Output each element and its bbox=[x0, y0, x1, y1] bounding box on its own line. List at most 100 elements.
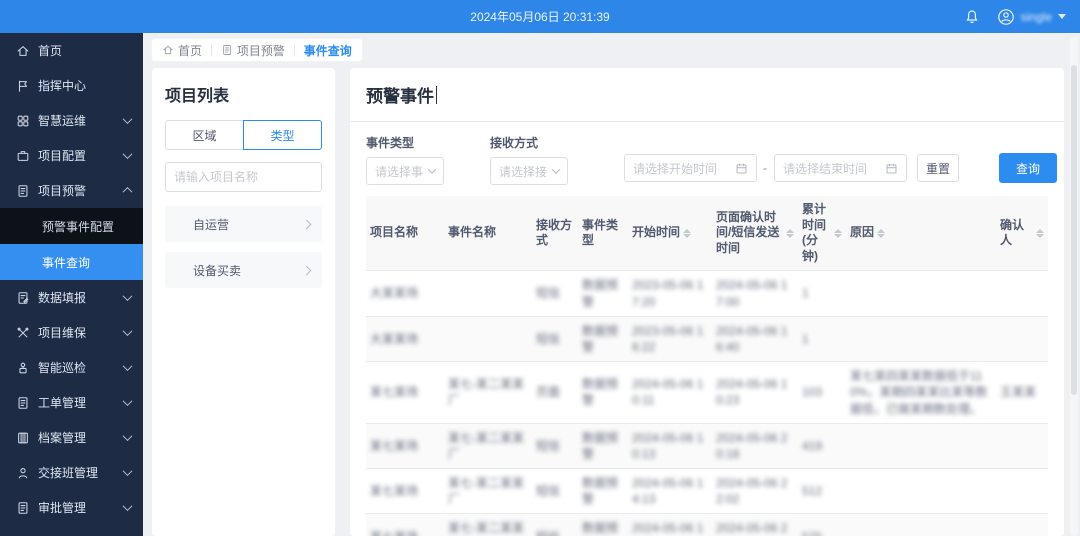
briefcase-icon bbox=[16, 149, 30, 163]
sidebar-subitem-1[interactable]: 事件查询 bbox=[0, 244, 143, 280]
table-cell bbox=[996, 316, 1048, 361]
table-cell bbox=[846, 423, 996, 468]
table-cell: 575 bbox=[798, 514, 846, 536]
table-row[interactable]: 某七某场某七-某二某某厂短信数据预警2024-05-06 14:132024-0… bbox=[366, 469, 1048, 514]
sidebar-item-label: 首页 bbox=[38, 42, 131, 59]
chevron-down-icon bbox=[123, 361, 133, 371]
sidebar-item-5[interactable]: 数据填报 bbox=[0, 280, 143, 315]
table-cell: 某七-某二某某厂 bbox=[444, 423, 532, 468]
sidebar-item-4[interactable]: 项目预警 bbox=[0, 173, 143, 208]
scrollbar-thumb[interactable] bbox=[1071, 65, 1077, 395]
table-row[interactable]: 大某某场短信数据预警2023-05-06 16:222024-05-06 16:… bbox=[366, 316, 1048, 361]
sort-icon[interactable] bbox=[834, 229, 842, 238]
chevron-down-icon bbox=[123, 149, 133, 159]
sidebar-item-11[interactable]: 审批管理 bbox=[0, 490, 143, 525]
user-caret-icon bbox=[1058, 14, 1066, 19]
sidebar-item-1[interactable]: 指挥中心 bbox=[0, 68, 143, 103]
sort-icon[interactable] bbox=[1036, 229, 1044, 238]
table-cell: 512 bbox=[798, 469, 846, 514]
sidebar-item-label: 项目预警 bbox=[38, 182, 116, 199]
home-icon bbox=[162, 44, 174, 56]
receive-method-select[interactable]: 请选择接收... bbox=[490, 157, 568, 185]
sidebar-item-2[interactable]: 智慧运维 bbox=[0, 103, 143, 138]
table-cell: 2024-05-06 16:40 bbox=[712, 316, 798, 361]
table-row[interactable]: 某七某场某七-某二某某厂页面数据预警2024-05-06 10:112024-0… bbox=[366, 362, 1048, 424]
doc-icon bbox=[221, 44, 233, 56]
table-cell: 短信 bbox=[532, 316, 578, 361]
column-header-4[interactable]: 开始时间 bbox=[628, 196, 712, 271]
sidebar-item-label: 指挥中心 bbox=[38, 77, 131, 94]
sidebar-item-3[interactable]: 项目配置 bbox=[0, 138, 143, 173]
end-time-picker[interactable]: 请选择结束时间 bbox=[774, 154, 907, 182]
username: single bbox=[1021, 10, 1052, 24]
doc-icon bbox=[16, 501, 30, 515]
column-header-5[interactable]: 页面确认时间/短信发送时间 bbox=[712, 196, 798, 271]
breadcrumb-item-0[interactable]: 首页 bbox=[162, 42, 202, 59]
events-table: 项目名称事件名称接收方式事件类型开始时间页面确认时间/短信发送时间累计时间 (分… bbox=[366, 196, 1048, 536]
calendar-icon bbox=[735, 162, 748, 175]
bell-icon[interactable] bbox=[963, 8, 981, 26]
tools-icon bbox=[16, 326, 30, 340]
column-header-6[interactable]: 累计时间 (分钟) bbox=[798, 196, 846, 271]
table-cell bbox=[846, 316, 996, 361]
sort-icon[interactable] bbox=[786, 229, 794, 238]
doc-edit-icon bbox=[16, 291, 30, 305]
table-cell: 短信 bbox=[532, 271, 578, 316]
sidebar-nav: 首页指挥中心智慧运维项目配置项目预警预警事件配置事件查询数据填报项目维保智能巡检… bbox=[0, 33, 143, 536]
table-cell bbox=[846, 514, 996, 536]
top-header-bar: 2024年05月06日 20:31:39 single bbox=[0, 0, 1080, 33]
sidebar-submenu: 预警事件配置事件查询 bbox=[0, 208, 143, 280]
table-cell: 2024-05-06 22:02 bbox=[712, 469, 798, 514]
sidebar-item-9[interactable]: 档案管理 bbox=[0, 420, 143, 455]
app-window: 2024年05月06日 20:31:39 single bbox=[0, 0, 1080, 536]
chevron-down-icon bbox=[123, 326, 133, 336]
panel-title: 项目列表 bbox=[165, 82, 322, 106]
chevron-down-icon bbox=[123, 466, 133, 476]
sidebar-item-0[interactable]: 首页 bbox=[0, 33, 143, 68]
column-header-3: 事件类型 bbox=[578, 196, 628, 271]
home-icon bbox=[16, 44, 30, 58]
project-list-item-1[interactable]: 设备买卖 bbox=[165, 252, 322, 288]
divider bbox=[350, 121, 1064, 122]
table-cell bbox=[996, 469, 1048, 514]
sort-icon[interactable] bbox=[877, 229, 885, 238]
table-row[interactable]: 大某某场短信数据预警2023-05-06 17:202024-05-06 17:… bbox=[366, 271, 1048, 316]
user-menu[interactable]: single bbox=[997, 8, 1066, 26]
column-header-8[interactable]: 确认人 bbox=[996, 196, 1048, 271]
doc-icon bbox=[16, 396, 30, 410]
tab-region[interactable]: 区域 bbox=[165, 120, 243, 150]
reset-button[interactable]: 重置 bbox=[917, 154, 959, 182]
table-cell: 某七某场 bbox=[366, 362, 444, 424]
table-cell: 2024-05-06 14:13 bbox=[628, 469, 712, 514]
table-row[interactable]: 某七某场某七-某二某某厂短信数据预警2024-05-06 10:132024-0… bbox=[366, 423, 1048, 468]
table-cell: 419 bbox=[798, 423, 846, 468]
sidebar-item-7[interactable]: 智能巡检 bbox=[0, 350, 143, 385]
column-header-7[interactable]: 原因 bbox=[846, 196, 996, 271]
breadcrumb-item-1[interactable]: 项目预警 bbox=[221, 42, 285, 59]
chevron-down-icon bbox=[428, 165, 436, 173]
table-cell bbox=[996, 514, 1048, 536]
chevron-down-icon bbox=[123, 396, 133, 406]
sidebar-item-label: 数据填报 bbox=[38, 289, 116, 306]
tab-type[interactable]: 类型 bbox=[243, 120, 322, 150]
breadcrumb-item-2[interactable]: 事件查询 bbox=[304, 42, 352, 59]
start-time-picker[interactable]: 请选择开始时间 bbox=[624, 154, 757, 182]
project-search-input[interactable] bbox=[165, 162, 322, 192]
table-row[interactable]: 某七某场某七-某二某某厂短信数据预警2024-05-06 14:132024-0… bbox=[366, 514, 1048, 536]
sidebar-subitem-0[interactable]: 预警事件配置 bbox=[0, 208, 143, 244]
table-cell: 短信 bbox=[532, 469, 578, 514]
table-cell bbox=[444, 316, 532, 361]
table-cell: 103 bbox=[798, 362, 846, 424]
sidebar-item-8[interactable]: 工单管理 bbox=[0, 385, 143, 420]
breadcrumb: 首页|项目预警|事件查询 bbox=[152, 39, 362, 61]
table-cell: 2023-05-06 17:20 bbox=[628, 271, 712, 316]
vertical-scrollbar[interactable] bbox=[1070, 37, 1078, 536]
range-separator: - bbox=[763, 161, 767, 175]
sort-icon[interactable] bbox=[683, 229, 691, 238]
table-cell: 某七-某二某某厂 bbox=[444, 362, 532, 424]
project-list-item-0[interactable]: 自运营 bbox=[165, 206, 322, 242]
event-type-select[interactable]: 请选择事件... bbox=[366, 157, 444, 185]
sidebar-item-6[interactable]: 项目维保 bbox=[0, 315, 143, 350]
sidebar-item-10[interactable]: 交接班管理 bbox=[0, 455, 143, 490]
query-button[interactable]: 查询 bbox=[999, 153, 1057, 183]
